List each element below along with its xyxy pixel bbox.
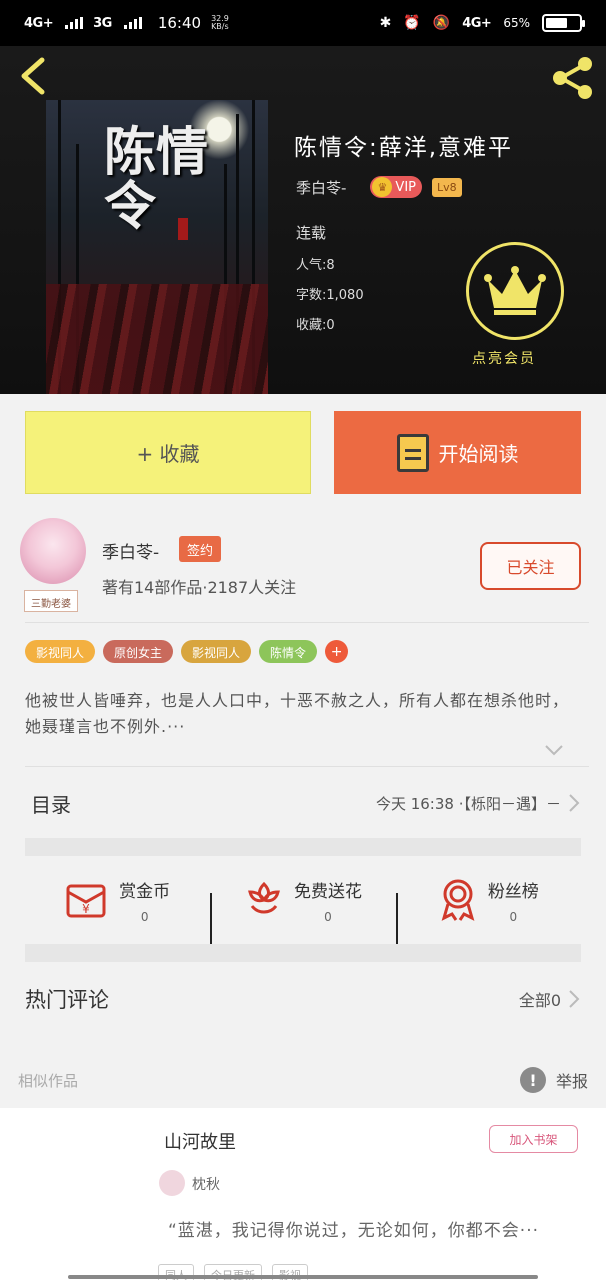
tag-item[interactable]: 影视同人 [25,640,96,663]
follow-button[interactable]: 已关注 [480,542,581,590]
network-right: 4G+ [462,15,492,31]
crown-icon: ♛ [372,177,393,197]
stat-name: 赏金币 [119,881,171,902]
member-button[interactable] [466,242,564,340]
catalog-row[interactable]: 目录 今天 16:38 ·【栎阳－遇】－ [25,766,581,840]
author-stats: 著有14部作品·2187人关注 [102,578,297,597]
favorites-count: 收藏:0 [296,318,335,333]
report-button[interactable]: ! 举报 [519,1067,588,1093]
network-label: 4G+ [24,15,54,31]
similar-label: 相似作品 [18,1071,79,1090]
latest-update: 今天 16:38 ·【栎阳－遇】－ [375,794,561,813]
cover-title: 陈情令 [104,122,209,237]
report-label: 举报 [555,1072,588,1091]
all-comments-link[interactable]: 全部0 [519,987,561,1011]
tag-item[interactable]: 陈情令 [259,640,318,663]
similar-quote: “蓝湛，我记得你说过，无论如何，你都不会··· [168,1221,540,1241]
similar-author: 枕秋 [192,1177,220,1193]
stat-value: 0 [324,909,332,924]
stat-reward[interactable]: ¥ 赏金币 0 [25,877,210,924]
network-label-2: 3G [93,15,112,31]
level-badge: Lv8 [432,177,462,197]
alarm-icon: ⏰ [403,15,421,31]
warning-icon: ! [519,1067,546,1093]
hot-comments-label: 热门评论 [25,988,109,1012]
svg-text:¥: ¥ [82,902,90,916]
chevron-right-icon [569,794,580,812]
section-spacer [25,944,581,962]
popularity: 人气:8 [296,258,335,273]
battery-icon [542,14,585,32]
collect-button[interactable]: + 收藏 [25,411,311,494]
crown-icon [484,266,546,315]
share-icon[interactable] [548,54,596,102]
tag-item[interactable]: 影视同人 [181,640,252,663]
red-envelope-icon: ¥ [66,884,106,918]
battery-percent: 65% [503,16,530,30]
synopsis[interactable]: 他被世人皆唾弃，也是人人口中，十恶不赦之人，所有人都在想杀他时，她聂瑾言也不例外… [25,688,581,740]
signal-icon-2 [123,17,142,29]
signal-icon [65,17,84,29]
stat-fans[interactable]: 粉丝榜 0 [395,877,581,945]
similar-author-avatar [159,1170,185,1196]
similar-header: 相似作品 ! 举报 [0,1052,606,1108]
medal-icon [441,879,475,921]
cover-art [46,284,268,394]
author-name[interactable]: 季白苓- [102,538,159,563]
similar-book-card[interactable]: 山河故里 加入书架 枕秋 “蓝湛，我记得你说过，无论如何，你都不会··· 同人 … [0,1108,606,1280]
stat-name: 粉丝榜 [487,881,539,902]
add-to-shelf-button[interactable]: 加入书架 [489,1125,578,1153]
net-speed: 32.9 KB/s [211,14,229,31]
tag-item[interactable]: 原创女主 [103,640,174,663]
divider [25,622,589,623]
signed-badge: 签约 [179,536,222,562]
vip-badge: ♛ VIP [370,176,422,198]
tag-list: 影视同人 原创女主 影视同人 陈情令 + [25,640,349,663]
book-author-row: 季白苓- ♛ VIP Lv8 [296,176,462,198]
stats-row: ¥ 赏金币 0 免费送花 0 粉丝榜 0 [25,856,581,945]
clock: 16:40 [157,14,202,32]
chevron-right-icon [569,990,580,1008]
start-reading-label: 开始阅读 [438,442,519,466]
book-header: 陈情令 陈情令:薛洋,意难平 季白苓- ♛ VIP Lv8 连载 人气:8 字数:… [0,46,606,394]
bluetooth-icon: ✱ [379,15,392,31]
catalog-label: 目录 [31,792,71,817]
stat-value: 0 [140,909,149,924]
member-label[interactable]: 点亮会员 [472,348,536,368]
author-avatar[interactable] [20,518,86,584]
stat-flower[interactable]: 免费送花 0 [210,877,395,945]
book-icon [396,433,429,472]
section-spacer [25,838,581,856]
home-indicator[interactable] [68,1275,538,1279]
book-cover[interactable]: 陈情令 [46,100,268,394]
chevron-down-icon[interactable] [544,740,564,760]
stat-value: 0 [509,909,518,924]
avatar-tag: 三勤老婆 [24,590,78,612]
stat-name: 免费送花 [293,881,362,902]
hot-comments-row[interactable]: 热门评论 全部0 [25,962,581,1036]
mute-icon: 🔕 [432,15,451,31]
cover-seal [178,218,188,240]
back-arrow-icon[interactable] [16,54,52,98]
book-title: 陈情令:薛洋,意难平 [294,135,514,161]
book-author[interactable]: 季白苓- [296,177,346,198]
flower-icon [248,881,280,914]
status-bar: 4G+ 3G 16:40 32.9 KB/s ✱ ⏰ 🔕 4G+ 65% [0,0,606,46]
add-tag-button[interactable]: + [325,640,349,663]
word-count: 字数:1,080 [296,288,364,303]
similar-book-title[interactable]: 山河故里 [164,1128,236,1154]
serial-status: 连载 [296,224,327,242]
start-reading-button[interactable]: 开始阅读 [334,411,581,494]
